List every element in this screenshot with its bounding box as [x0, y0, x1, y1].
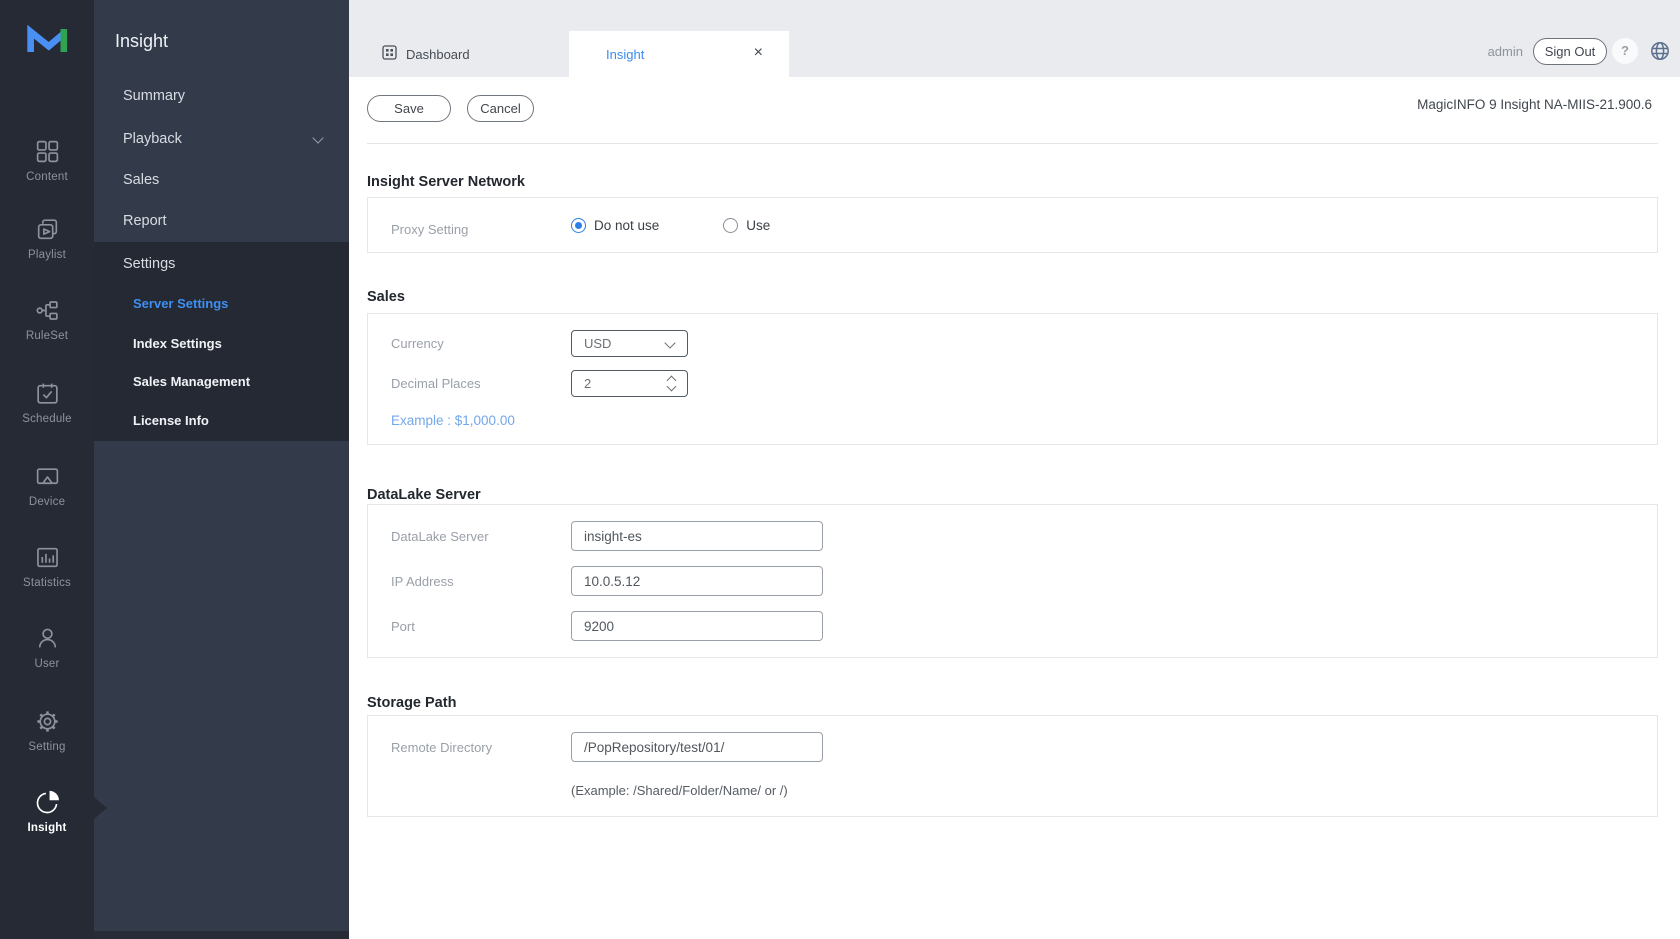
globe-icon[interactable]: [1650, 41, 1670, 61]
remote-directory-input[interactable]: [571, 732, 823, 762]
playlist-icon: [34, 216, 61, 243]
insight-sidebar: Insight Summary Playback Sales Report Se…: [94, 0, 349, 939]
remote-directory-label: Remote Directory: [391, 740, 492, 755]
datalake-server-label: DataLake Server: [391, 529, 489, 544]
decimal-places-value: 2: [584, 376, 591, 391]
section-title-storage: Storage Path: [367, 695, 456, 711]
decimal-places-stepper[interactable]: 2: [571, 370, 688, 397]
top-bar: Dashboard Insight × admin Sign Out ?: [349, 0, 1680, 77]
rail-item-statistics[interactable]: Statistics: [0, 544, 94, 589]
sidebar-item-summary[interactable]: Summary: [123, 88, 185, 104]
decimal-places-label: Decimal Places: [391, 376, 481, 391]
rail-label: Content: [0, 171, 94, 183]
currency-example-text: Example : $1,000.00: [391, 413, 515, 428]
statistics-icon: [34, 544, 61, 571]
network-panel: Proxy Setting Do not use Use: [367, 197, 1658, 253]
rail-item-ruleset[interactable]: RuleSet: [0, 297, 94, 342]
tab-label: Insight: [606, 47, 644, 62]
datalake-server-input[interactable]: [571, 521, 823, 551]
help-button[interactable]: ?: [1612, 38, 1638, 64]
schedule-icon: [34, 380, 61, 407]
radio-do-not-use[interactable]: [571, 218, 586, 233]
username-label: admin: [1488, 44, 1523, 59]
rail-item-schedule[interactable]: Schedule: [0, 380, 94, 425]
currency-value: USD: [584, 336, 611, 351]
rail-label: User: [0, 658, 94, 670]
save-button[interactable]: Save: [367, 95, 451, 122]
tab-label: Dashboard: [406, 47, 470, 62]
sidebar-item-index-settings[interactable]: Index Settings: [133, 336, 222, 351]
dashboard-grid-icon: [382, 45, 397, 63]
storage-panel: Remote Directory (Example: /Shared/Folde…: [367, 715, 1658, 817]
active-rail-notch: [94, 797, 107, 819]
rail-label: Device: [0, 496, 94, 508]
rail-label: Statistics: [0, 577, 94, 589]
close-icon[interactable]: ×: [754, 45, 763, 61]
rail-item-device[interactable]: Device: [0, 463, 94, 508]
currency-select[interactable]: USD: [571, 330, 688, 357]
sidebar-item-sales-management[interactable]: Sales Management: [133, 374, 250, 389]
ip-address-label: IP Address: [391, 574, 454, 589]
rail-item-playlist[interactable]: Playlist: [0, 216, 94, 261]
ip-address-input[interactable]: [571, 566, 823, 596]
chevron-down-icon: [664, 337, 675, 348]
ruleset-icon: [34, 297, 61, 324]
sidebar-title: Insight: [115, 31, 168, 52]
proxy-radio-group: Do not use Use: [571, 218, 770, 233]
cancel-button[interactable]: Cancel: [467, 95, 534, 122]
port-input[interactable]: [571, 611, 823, 641]
section-title-network: Insight Server Network: [367, 174, 525, 190]
sidebar-item-server-settings[interactable]: Server Settings: [133, 296, 228, 311]
rail-label: Schedule: [0, 413, 94, 425]
device-icon: [34, 463, 61, 490]
rail-item-user[interactable]: User: [0, 625, 94, 670]
radio-use[interactable]: [723, 218, 738, 233]
rail-item-insight[interactable]: Insight: [0, 789, 94, 834]
radio-label: Do not use: [594, 218, 659, 233]
server-settings-page: Save Cancel MagicINFO 9 Insight NA-MIIS-…: [349, 77, 1680, 939]
remote-directory-hint: (Example: /Shared/Folder/Name/ or /): [571, 783, 788, 798]
rail-label: Setting: [0, 741, 94, 753]
sign-out-button[interactable]: Sign Out: [1533, 38, 1607, 65]
tab-insight[interactable]: Insight ×: [569, 31, 789, 77]
sidebar-bottom-strip: [94, 931, 349, 939]
stepper-down-icon[interactable]: [667, 382, 677, 392]
sidebar-item-license-info[interactable]: License Info: [133, 413, 209, 428]
content-icon: [34, 138, 61, 165]
chevron-down-icon[interactable]: [312, 132, 323, 143]
sidebar-item-report[interactable]: Report: [123, 213, 167, 229]
radio-label: Use: [746, 218, 770, 233]
magicinfo-logo-icon[interactable]: [24, 20, 70, 59]
sidebar-item-sales[interactable]: Sales: [123, 172, 159, 188]
section-title-datalake: DataLake Server: [367, 487, 481, 503]
sidebar-item-settings[interactable]: Settings: [123, 256, 175, 272]
port-label: Port: [391, 619, 415, 634]
app-rail: Content Playlist RuleSet Schedule: [0, 0, 94, 939]
rail-item-content[interactable]: Content: [0, 138, 94, 183]
setting-gear-icon: [34, 708, 61, 735]
version-label: MagicINFO 9 Insight NA-MIIS-21.900.6: [1417, 97, 1652, 112]
section-title-sales: Sales: [367, 289, 405, 305]
toolbar-divider: [367, 143, 1658, 144]
sales-panel: Currency USD Decimal Places 2 Example : …: [367, 313, 1658, 445]
rail-label: Insight: [0, 822, 94, 834]
rail-label: Playlist: [0, 249, 94, 261]
datalake-panel: DataLake Server IP Address Port: [367, 504, 1658, 658]
proxy-setting-label: Proxy Setting: [391, 222, 468, 237]
rail-item-setting[interactable]: Setting: [0, 708, 94, 753]
rail-label: RuleSet: [0, 330, 94, 342]
currency-label: Currency: [391, 336, 444, 351]
user-icon: [34, 625, 61, 652]
sidebar-item-playback[interactable]: Playback: [123, 131, 182, 147]
tab-dashboard[interactable]: Dashboard: [349, 31, 569, 77]
insight-pie-icon: [34, 789, 61, 816]
